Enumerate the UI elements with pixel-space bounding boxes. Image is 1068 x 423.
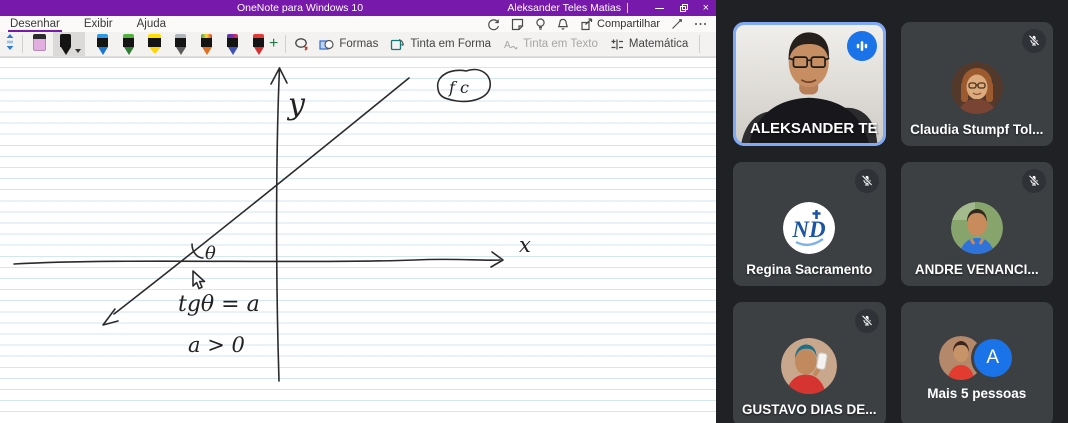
ink-to-shape-label: Tinta em Forma <box>410 38 491 50</box>
angle-label: θ <box>205 243 216 264</box>
participant-name: ALEKSANDER TEL... <box>744 120 879 137</box>
x-axis-label: x <box>519 233 531 257</box>
math-icon <box>610 38 624 51</box>
pen-rainbow[interactable] <box>198 33 215 56</box>
ink-to-text-button: A Tinta em Texto <box>497 38 604 51</box>
meet-panel: ALEKSANDER TEL... <box>716 0 1068 423</box>
close-icon[interactable]: × <box>703 1 709 15</box>
pen-red[interactable] <box>250 33 267 56</box>
pen-blue[interactable] <box>94 33 111 56</box>
equation-1: tgθ = a <box>178 292 260 317</box>
y-axis-label: y <box>286 87 306 122</box>
y-axis-stroke <box>277 68 280 381</box>
ink-drawing: y x θ tgθ = a a > 0 f c <box>0 58 716 423</box>
drawing-canvas[interactable]: y x θ tgθ = a a > 0 f c <box>0 57 716 423</box>
ink-to-text-label: Tinta em Texto <box>523 38 598 50</box>
mic-muted-icon <box>1022 29 1046 53</box>
math-button[interactable]: Matemática <box>604 38 694 51</box>
restore-icon[interactable] <box>680 4 688 12</box>
eraser-tool[interactable] <box>32 34 47 54</box>
overflow-count-label: Mais 5 pessoas <box>901 386 1054 401</box>
speaking-audio-indicator-icon <box>847 31 877 61</box>
participant-name: GUSTAVO DIAS DE... <box>733 402 886 417</box>
app-title: OneNote para Windows 10 <box>237 2 363 14</box>
signed-in-user: Aleksander Teles Matias <box>507 2 621 14</box>
pen-gallery <box>53 32 267 56</box>
circled-note-text: f c <box>448 78 469 97</box>
function-line-arrow <box>103 309 118 325</box>
avatar <box>781 338 837 394</box>
avatar <box>951 202 1003 254</box>
titlebar-divider <box>627 3 628 13</box>
pen-black[interactable] <box>53 32 85 56</box>
avatar: ND <box>783 202 835 254</box>
overflow-letter-avatar: A <box>971 336 1015 380</box>
lightbulb-icon[interactable] <box>535 18 546 31</box>
pen-gray[interactable] <box>172 33 189 56</box>
participant-tile-gustavo[interactable]: GUSTAVO DIAS DE... <box>733 302 886 423</box>
function-line <box>114 78 409 314</box>
shapes-label: Formas <box>339 38 378 50</box>
participant-tile-overflow[interactable]: A Mais 5 pessoas <box>901 302 1054 423</box>
more-options-icon[interactable] <box>694 18 707 30</box>
draw-icon[interactable] <box>671 18 683 30</box>
logo-text: ND <box>792 217 827 242</box>
svg-text:A: A <box>504 40 511 51</box>
participant-tile-andre[interactable]: ANDRE VENANCI... <box>901 162 1054 286</box>
toolbar-divider <box>22 35 23 53</box>
tab-ajuda[interactable]: Ajuda <box>135 16 168 32</box>
screen: OneNote para Windows 10 Aleksander Teles… <box>0 0 1068 423</box>
quick-actions: Compartilhar <box>487 18 716 31</box>
tab-desenhar[interactable]: Desenhar <box>8 16 62 32</box>
mic-muted-icon <box>1022 169 1046 193</box>
collapse-ribbon-icon[interactable] <box>5 33 15 56</box>
participant-tile-regina[interactable]: ND Regina Sacramento <box>733 162 886 286</box>
onenote-window: OneNote para Windows 10 Aleksander Teles… <box>0 0 716 423</box>
participant-name: Claudia Stumpf Tol... <box>901 122 1054 137</box>
menu-bar: Desenhar Exibir Ajuda Compartilhar <box>0 16 716 32</box>
toolbar-divider <box>699 35 700 53</box>
sync-icon[interactable] <box>487 18 500 31</box>
sticky-note-icon[interactable] <box>511 18 524 31</box>
highlighter-yellow[interactable] <box>146 33 163 56</box>
participant-name: ANDRE VENANCI... <box>901 262 1054 277</box>
avatar <box>951 62 1003 114</box>
pen-green[interactable] <box>120 33 137 56</box>
mouse-cursor <box>193 271 205 289</box>
shapes-icon <box>319 38 334 51</box>
add-pen-button[interactable]: + <box>269 36 278 52</box>
participant-grid: ALEKSANDER TEL... <box>733 22 1053 423</box>
ink-to-shape-button[interactable]: Tinta em Forma <box>384 38 497 51</box>
title-bar: OneNote para Windows 10 Aleksander Teles… <box>0 0 716 16</box>
participant-tile-aleksander[interactable]: ALEKSANDER TEL... <box>733 22 886 146</box>
mic-muted-icon <box>855 309 879 333</box>
ink-to-shape-icon <box>390 38 405 51</box>
toolbar-divider <box>285 35 286 53</box>
math-label: Matemática <box>629 38 688 50</box>
participant-name: Regina Sacramento <box>733 262 886 277</box>
lasso-select-button[interactable] <box>291 37 313 52</box>
equation-2: a > 0 <box>188 333 245 357</box>
share-icon <box>580 18 593 31</box>
tab-exibir[interactable]: Exibir <box>82 16 115 32</box>
drawing-toolbar: + Formas Tinta em Forma A Tinta em Texto… <box>0 32 716 57</box>
share-button[interactable]: Compartilhar <box>580 18 660 31</box>
pen-galaxy[interactable] <box>224 33 241 56</box>
participant-tile-claudia[interactable]: Claudia Stumpf Tol... <box>901 22 1054 146</box>
share-label: Compartilhar <box>597 18 660 30</box>
overflow-avatars: A <box>939 336 1015 380</box>
minimize-icon[interactable] <box>655 8 664 9</box>
pen-options-chevron-icon <box>75 49 81 53</box>
x-axis-stroke <box>14 259 500 264</box>
bell-icon[interactable] <box>557 18 569 31</box>
mic-muted-icon <box>855 169 879 193</box>
lasso-icon <box>294 37 310 52</box>
ink-to-text-icon: A <box>503 38 518 51</box>
shapes-button[interactable]: Formas <box>313 38 384 51</box>
